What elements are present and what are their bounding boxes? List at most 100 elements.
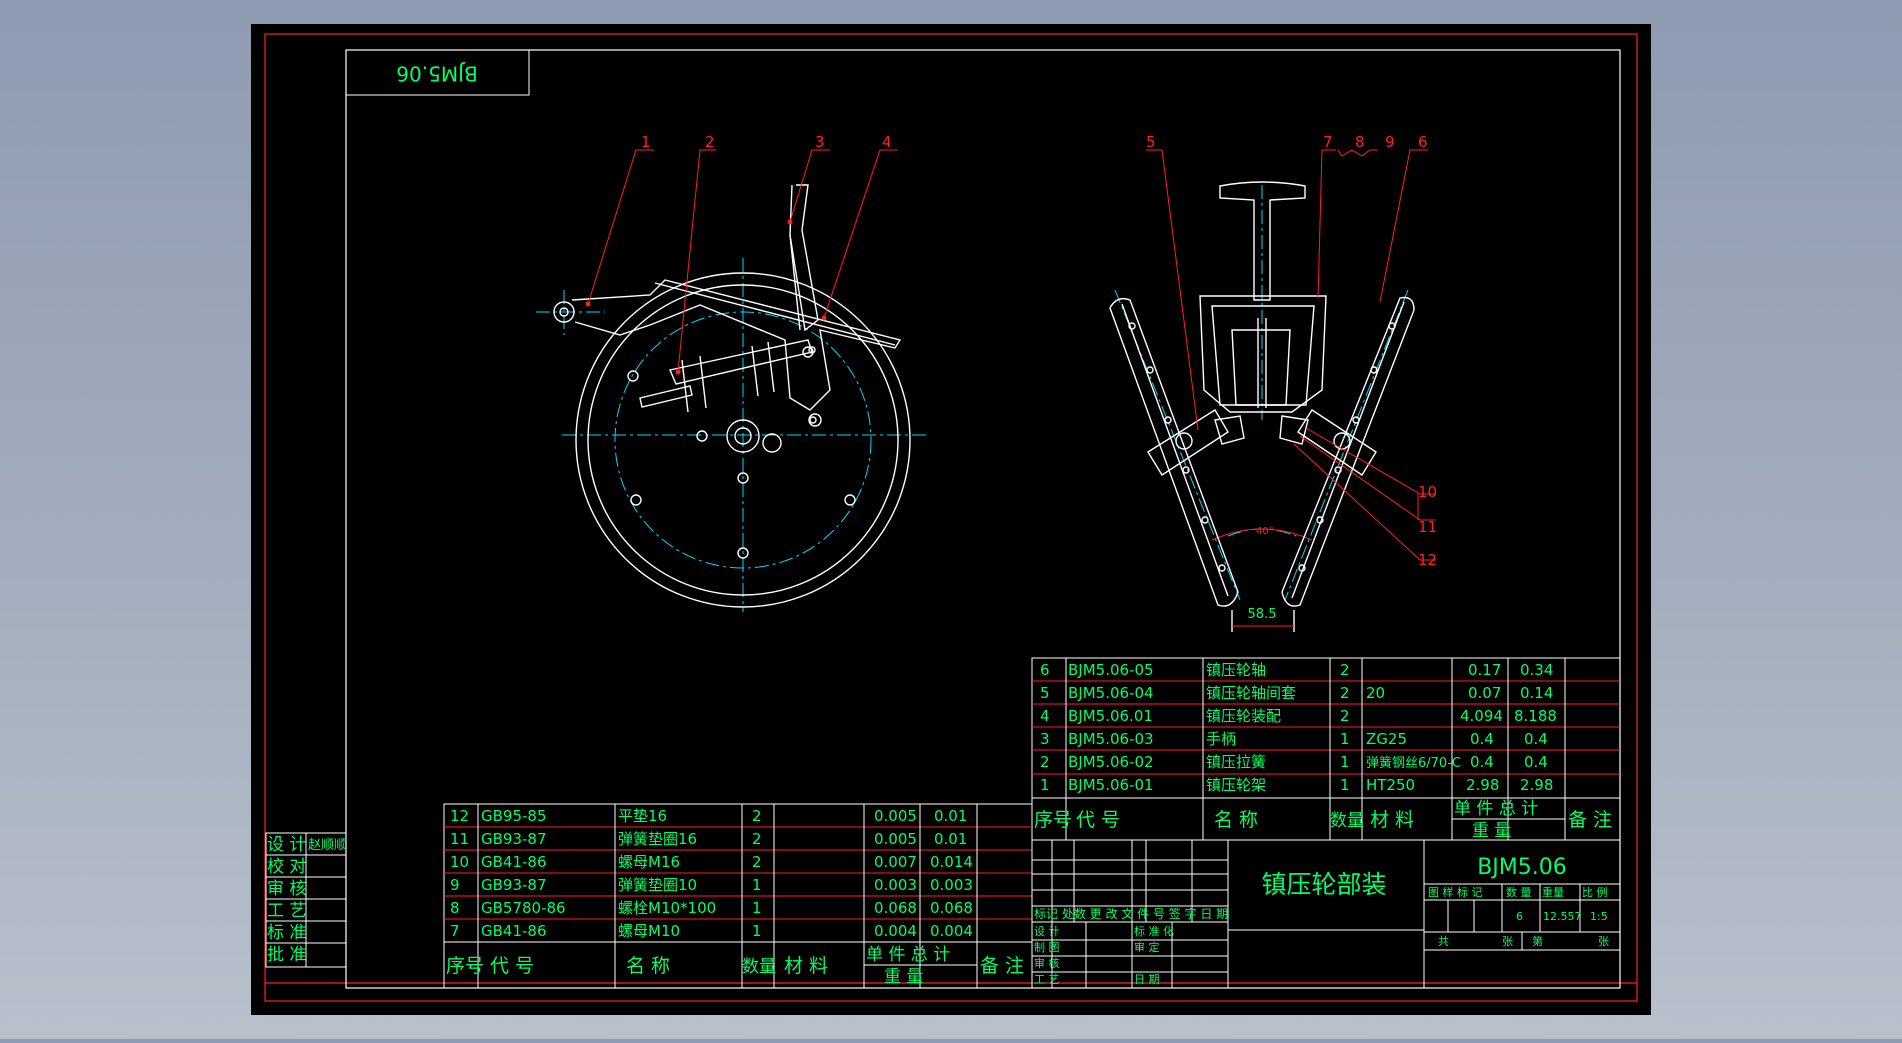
cell: 2.98 xyxy=(1466,776,1499,794)
cell: 0.34 xyxy=(1520,661,1553,679)
cell: 0.003 xyxy=(874,876,917,894)
cell: 1 xyxy=(1340,730,1350,748)
cell: 0.005 xyxy=(874,830,917,848)
approval-label: 审 定 xyxy=(1134,940,1160,954)
cell: 2.98 xyxy=(1520,776,1553,794)
cad-viewport[interactable]: BJM5.06 设 计 校 对 审 核 工 艺 标 准 批 准 赵顺顺 1 2 … xyxy=(0,0,1902,1039)
cell: 平垫16 xyxy=(618,807,667,825)
balloon-8: 8 xyxy=(1355,133,1365,151)
dimension-angle: 40° xyxy=(1256,526,1274,537)
header-code: 代 号 xyxy=(490,955,534,977)
cell: GB93-87 xyxy=(481,830,547,848)
side-label: 工 艺 xyxy=(267,901,306,921)
header-remark: 备 注 xyxy=(980,955,1024,977)
cell: BJM5.06-02 xyxy=(1068,753,1154,771)
balloon-3: 3 xyxy=(815,133,825,151)
cell: 9 xyxy=(450,876,460,894)
cell: 12 xyxy=(450,807,469,825)
cell: 0.01 xyxy=(934,807,967,825)
balloon-9: 9 xyxy=(1385,133,1395,151)
cell: 4.094 xyxy=(1460,707,1503,725)
approval-label: 日 期 xyxy=(1134,973,1160,986)
header-material: 材 料 xyxy=(784,955,828,977)
cell: 0.004 xyxy=(874,922,917,940)
cell: BJM5.06-05 xyxy=(1068,661,1154,679)
sheet-label: 张 xyxy=(1598,935,1609,948)
stage-header: 图 样 标 记 xyxy=(1428,885,1483,899)
cell: GB41-86 xyxy=(481,922,547,940)
balloon-7: 7 xyxy=(1323,133,1333,151)
cell: BJM5.06.01 xyxy=(1068,707,1153,725)
qty-header: 数 量 xyxy=(1506,886,1532,899)
balloon-1: 1 xyxy=(641,133,651,151)
cell: BJM5.06-01 xyxy=(1068,776,1154,794)
cell: 11 xyxy=(450,830,469,848)
cell: BJM5.06-03 xyxy=(1068,730,1154,748)
header-unit-total: 单 件 总 计 xyxy=(866,945,950,965)
cell: 6 xyxy=(1040,661,1050,679)
cell: 1 xyxy=(752,876,762,894)
cell: 10 xyxy=(450,853,469,871)
cell: 0.004 xyxy=(930,922,973,940)
cell: 2 xyxy=(752,853,762,871)
cell: 螺栓M10*100 xyxy=(618,899,716,917)
balloon-11: 11 xyxy=(1418,518,1437,536)
cell: 螺母M16 xyxy=(618,853,680,871)
balloon-12: 12 xyxy=(1418,551,1437,569)
balloon-10: 10 xyxy=(1418,483,1437,501)
cell: 0.4 xyxy=(1470,753,1494,771)
cell: BJM5.06-04 xyxy=(1068,684,1154,702)
cell: 0.4 xyxy=(1524,730,1548,748)
cell: 弹簧钢丝6/70-C xyxy=(1366,755,1461,771)
cell: 2 xyxy=(1040,753,1050,771)
cell: 0.4 xyxy=(1470,730,1494,748)
revision-header: 标记 处数 更 改 文 件 号 签 字 日 期 xyxy=(1034,906,1228,921)
cell: 弹簧垫圈16 xyxy=(618,830,697,848)
sheets-total: 共 xyxy=(1438,935,1449,948)
cell: 2 xyxy=(1340,684,1350,702)
cell: ZG25 xyxy=(1366,730,1407,748)
qty-value: 6 xyxy=(1516,910,1523,923)
cell: 0.003 xyxy=(930,876,973,894)
cell: 1 xyxy=(1340,776,1350,794)
cell: 2 xyxy=(1340,707,1350,725)
cell: 3 xyxy=(1040,730,1050,748)
cell: 弹簧垫圈10 xyxy=(618,876,697,894)
side-label: 批 准 xyxy=(267,945,306,965)
sheets-label: 张 xyxy=(1502,935,1513,948)
header-weight: 重 量 xyxy=(1472,821,1511,841)
header-name: 名 称 xyxy=(626,955,670,977)
stamp-code: BJM5.06 xyxy=(396,62,477,86)
side-signature: 赵顺顺 xyxy=(308,838,347,853)
weight-header: 重量 xyxy=(1542,885,1564,899)
cell: 0.14 xyxy=(1520,684,1553,702)
cell: 2 xyxy=(752,830,762,848)
balloon-4: 4 xyxy=(882,133,892,151)
cell: 1 xyxy=(1040,776,1050,794)
header-code: 代 号 xyxy=(1076,809,1120,831)
role-label: 设 计 xyxy=(1034,925,1060,938)
header-qty: 数量 xyxy=(1330,811,1364,831)
role-label: 审 核 xyxy=(1034,956,1060,970)
cell: 镇压拉簧 xyxy=(1206,753,1266,771)
cell: 0.007 xyxy=(874,853,917,871)
cell: 2 xyxy=(1340,661,1350,679)
cell: 镇压轮轴间套 xyxy=(1206,684,1296,702)
cell: GB41-86 xyxy=(481,853,547,871)
cell: 手柄 xyxy=(1206,730,1236,748)
weight-value: 12.557 xyxy=(1543,910,1582,923)
side-label: 设 计 xyxy=(267,835,306,855)
header-material: 材 料 xyxy=(1370,809,1414,831)
role-label: 工 艺 xyxy=(1034,973,1060,986)
cell: 1 xyxy=(752,922,762,940)
cell: 0.4 xyxy=(1524,753,1548,771)
cell: 8 xyxy=(450,899,460,917)
sheet-no: 第 xyxy=(1532,934,1543,948)
cell: 7 xyxy=(450,922,460,940)
header-remark: 备 注 xyxy=(1568,809,1612,831)
cell: GB95-85 xyxy=(481,807,547,825)
cell: 0.068 xyxy=(874,899,917,917)
header-qty: 数量 xyxy=(742,957,776,977)
scale-value: 1:5 xyxy=(1590,910,1608,923)
cell: 20 xyxy=(1366,684,1385,702)
